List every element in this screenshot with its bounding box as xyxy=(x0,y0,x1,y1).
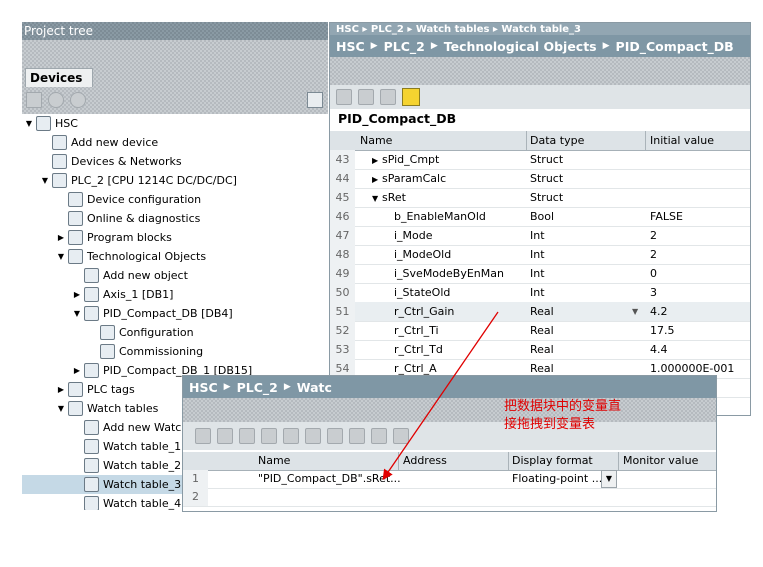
arrow-line xyxy=(382,311,499,481)
annotation-arrow xyxy=(382,311,499,481)
